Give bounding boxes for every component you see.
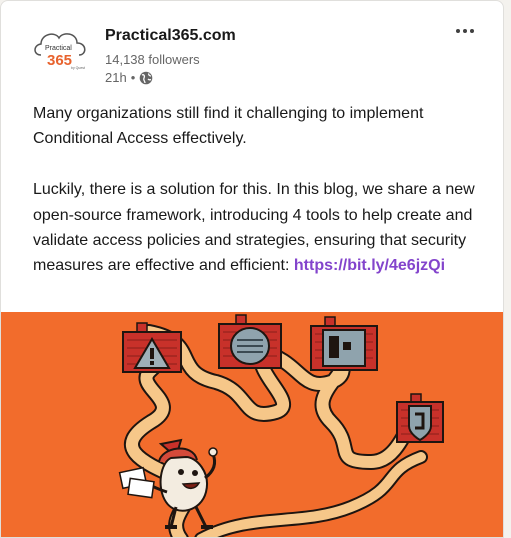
post-body: Many organizations still find it challen…	[33, 101, 499, 279]
more-icon[interactable]	[449, 21, 481, 41]
company-name[interactable]: Practical365.com	[105, 27, 236, 45]
post-header: Practical 365 by Quest Practical365.com …	[1, 1, 503, 101]
followers-count: 14,138 followers	[105, 52, 200, 67]
post-card: Practical 365 by Quest Practical365.com …	[0, 0, 504, 538]
post-paragraph-2: Luckily, there is a solution for this. I…	[33, 177, 499, 279]
company-logo[interactable]: Practical 365 by Quest	[29, 25, 93, 73]
logo-text-365: 365	[47, 52, 72, 69]
logo-text-practical: Practical	[45, 45, 72, 52]
post-illustration[interactable]	[1, 312, 503, 537]
logo-text-by-quest: by Quest	[71, 66, 85, 70]
meta-separator: •	[130, 70, 136, 85]
post-meta: 21h •	[105, 70, 153, 85]
door-shield	[396, 393, 444, 443]
globe-icon[interactable]	[139, 71, 153, 85]
post-link[interactable]: https://bit.ly/4e6jzQi	[294, 257, 445, 274]
post-time: 21h	[105, 70, 127, 85]
post-paragraph-1: Many organizations still find it challen…	[33, 105, 424, 148]
